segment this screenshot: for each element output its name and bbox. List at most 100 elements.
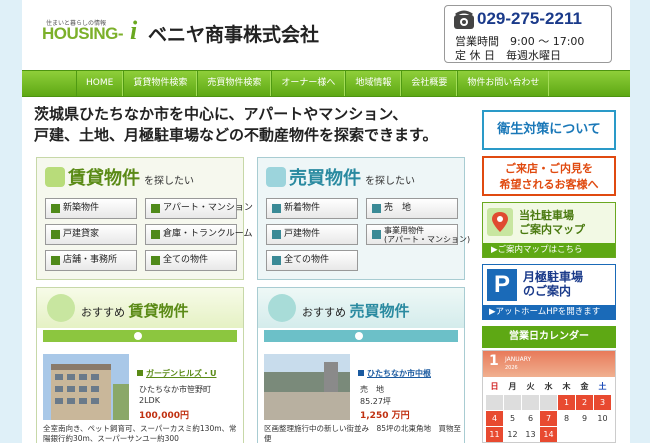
property-photo[interactable] xyxy=(43,354,129,420)
rec-sale-title: おすすめ 売買物件 xyxy=(302,300,410,321)
page: 住まいと暮らしの情報 HOUSING- i ベニヤ商事株式会社 029-275-… xyxy=(22,0,630,443)
monthly-parking-banner[interactable]: P 月極駐車場 のご案内 ▶アットホームHPを開きます xyxy=(482,264,616,320)
rec-rent-price: 100,000円 xyxy=(139,411,189,421)
phone-number[interactable]: 029-275-2211 xyxy=(477,9,582,29)
magnifier-icon xyxy=(266,167,286,187)
nav-inquiry[interactable]: 物件お問い合わせ xyxy=(457,71,550,96)
calendar-heading: 営業日カレンダー xyxy=(482,326,616,348)
rec-rent-title-text: 賃貸物件 xyxy=(128,302,189,320)
rec-sale-prefix: おすすめ xyxy=(302,306,346,319)
nav-sale-search[interactable]: 売買物件検索 xyxy=(197,71,272,96)
weekday-sun: 日 xyxy=(490,382,499,391)
map-link[interactable]: ▶ご案内マップはこちら xyxy=(483,243,615,257)
rent-warehouse-button[interactable]: 倉庫・トランクルーム xyxy=(145,224,252,245)
magnifier-icon xyxy=(45,167,65,187)
calendar-day xyxy=(486,395,503,410)
rec-rent-location: ひたちなか市笹野町 xyxy=(139,385,211,394)
rec-rent-toggle-bar[interactable] xyxy=(43,330,237,342)
sale-new-button[interactable]: 新着物件 xyxy=(266,198,358,219)
sale-title-sub: を探したい xyxy=(365,176,415,187)
rent-shop-button[interactable]: 店舗・事務所 xyxy=(45,250,137,271)
nav-rent-search[interactable]: 賃貸物件検索 xyxy=(123,71,198,96)
rent-house-button[interactable]: 戸建貸家 xyxy=(45,224,137,245)
company-name: ベニヤ商事株式会社 xyxy=(148,24,320,46)
sale-title-text: 売買物件 xyxy=(289,168,361,189)
rec-rent-name: ガーデンヒルズ・U xyxy=(146,369,217,378)
calendar-day: 10 xyxy=(597,414,608,423)
hygiene-banner[interactable]: 衛生対策について xyxy=(482,110,616,150)
calendar-day: 6 xyxy=(527,414,534,423)
map-title-1: 当社駐車場 xyxy=(519,209,574,222)
sale-business-button[interactable]: 事業用物件 (アパート・マンション) xyxy=(366,224,470,245)
rec-rent-desc: 全室南向き、ペット飼育可、スーパーカスミ約130m、常陽銀行約30m、スーパーサ… xyxy=(43,424,237,443)
rent-title-text: 賃貸物件 xyxy=(68,168,140,189)
rec-sale-header: おすすめ 売買物件 xyxy=(258,288,464,328)
sale-house-label: 戸建物件 xyxy=(284,229,321,239)
calendar-day: 9 xyxy=(581,414,588,423)
map-title-2: ご案内マップ xyxy=(519,223,585,236)
visit-banner[interactable]: ご来店・ご内見を 希望されるお客様へ xyxy=(482,156,616,196)
intro-line-2: 戸建、土地、月極駐車場などの不動産物件を探索できます。 xyxy=(34,126,438,144)
map-pin-icon xyxy=(487,208,513,236)
rec-sale-name: ひたちなか市中根 xyxy=(367,369,431,378)
property-photo[interactable] xyxy=(264,354,350,420)
rec-sale-toggle-bar[interactable] xyxy=(264,330,458,342)
rent-search-panel: 賃貸物件 を探したい 新築物件 アパート・マンション 戸建貸家 倉庫・トランクルー… xyxy=(36,157,253,280)
rent-new-button[interactable]: 新築物件 xyxy=(45,198,137,219)
sale-land-label: 売 地 xyxy=(384,203,412,213)
calendar-day: 8 xyxy=(563,414,570,423)
parking-p-icon: P xyxy=(487,269,517,301)
rec-sale-price: 1,250 万円 xyxy=(360,411,410,421)
parking-title: 月極駐車場 のご案内 xyxy=(523,270,583,298)
bar-dot-icon xyxy=(355,332,363,340)
rent-apartment-button[interactable]: アパート・マンション xyxy=(145,198,253,219)
calendar-day: 13 xyxy=(525,430,536,439)
sale-land-button[interactable]: 売 地 xyxy=(366,198,458,219)
calendar-day: 3 xyxy=(594,395,611,410)
building-icon xyxy=(47,294,75,322)
intro-text: 茨城県ひたちなか市を中心に、アパートやマンション、 戸建、土地、月極駐車場などの… xyxy=(34,104,486,146)
rec-rent-property-link[interactable]: ガーデンヒルズ・U xyxy=(137,368,217,379)
recommended-rent: おすすめ 賃貸物件 ガーデンヒルズ・U ひたちなか市笹野町 2LDK 100,0… xyxy=(36,287,244,443)
weekday-mon: 月 xyxy=(508,382,517,391)
sale-all-button[interactable]: 全ての物件 xyxy=(266,250,358,271)
calendar-day: 7 xyxy=(540,411,557,426)
rec-rent-prefix: おすすめ xyxy=(81,306,125,319)
weekday-thu: 木 xyxy=(562,382,571,391)
rec-sale-desc: 区画整理施行中の新しい街並み 85坪の北東角地 買物至便 xyxy=(264,424,462,443)
calendar-day xyxy=(540,395,557,410)
calendar-year: 2026 xyxy=(505,365,518,371)
rec-sale-property-link[interactable]: ひたちなか市中根 xyxy=(358,368,431,379)
rec-sale-type: 売 地 xyxy=(360,385,384,394)
rent-all-button[interactable]: 全ての物件 xyxy=(145,250,237,271)
nav-area-info[interactable]: 地域情報 xyxy=(345,71,402,96)
calendar-day: 2 xyxy=(576,395,593,410)
calendar-month-num: 1 xyxy=(489,353,499,369)
holiday-info: 定 休 日 毎週水曜日 xyxy=(455,49,561,62)
calendar-banner: 1 JANUARY 2026 xyxy=(483,351,615,377)
sale-new-label: 新着物件 xyxy=(284,203,321,213)
rec-rent-title: おすすめ 賃貸物件 xyxy=(81,300,189,321)
weekday-wed: 水 xyxy=(544,382,553,391)
nav-owner[interactable]: オーナー様へ xyxy=(271,71,346,96)
site-header: 住まいと暮らしの情報 HOUSING- i ベニヤ商事株式会社 029-275-… xyxy=(22,0,630,70)
rent-apartment-label: アパート・マンション xyxy=(163,203,253,213)
nav-company[interactable]: 会社概要 xyxy=(401,71,458,96)
rec-rent-header: おすすめ 賃貸物件 xyxy=(37,288,243,328)
sale-house-button[interactable]: 戸建物件 xyxy=(266,224,358,245)
rent-shop-label: 店舗・事務所 xyxy=(63,255,118,265)
rec-sale-area: 85.27坪 xyxy=(360,397,391,406)
sale-panel-title: 売買物件 を探したい xyxy=(266,164,415,190)
parking-link[interactable]: ▶アットホームHPを開きます xyxy=(483,305,615,319)
logo-i-mark[interactable]: i xyxy=(130,16,137,46)
rent-house-label: 戸建貸家 xyxy=(63,229,100,239)
parking-map-banner[interactable]: 当社駐車場 ご案内マップ ▶ご案内マップはこちら xyxy=(482,202,616,258)
calendar-day: 5 xyxy=(509,414,516,423)
nav-home[interactable]: HOME xyxy=(76,71,124,96)
calendar-day: 1 xyxy=(558,395,575,410)
main-nav: HOME 賃貸物件検索 売買物件検索 オーナー様へ 地域情報 会社概要 物件お問… xyxy=(22,70,630,97)
logo[interactable]: HOUSING- xyxy=(42,24,124,44)
rec-sale-title-text: 売買物件 xyxy=(349,302,410,320)
calendar-day: 14 xyxy=(540,427,557,442)
rent-panel-title: 賃貸物件 を探したい xyxy=(45,164,194,190)
